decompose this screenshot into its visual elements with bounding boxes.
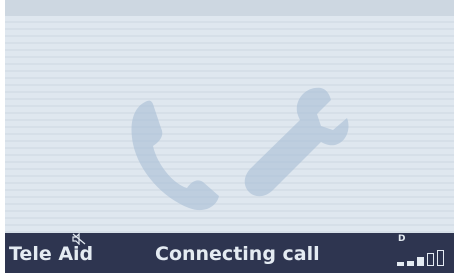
phone-handset-icon [131, 100, 219, 211]
top-strip [5, 0, 454, 16]
telematics-screen: Tele Aid Connecting call D [5, 0, 454, 273]
display-area [5, 16, 454, 233]
signal-bar [417, 257, 424, 266]
signal-bar [427, 253, 434, 266]
speaker-muted-icon [72, 233, 86, 245]
signal-bar [407, 261, 414, 266]
wrench-icon [244, 87, 349, 197]
status-bar: Tele Aid Connecting call D [5, 233, 454, 273]
signal-strength-icon [394, 246, 454, 266]
signal-bar [397, 262, 404, 266]
call-status-text: Connecting call [155, 243, 320, 265]
signal-bar [437, 250, 444, 266]
network-indicator: D [398, 234, 406, 244]
app-name: Tele Aid [9, 243, 94, 265]
